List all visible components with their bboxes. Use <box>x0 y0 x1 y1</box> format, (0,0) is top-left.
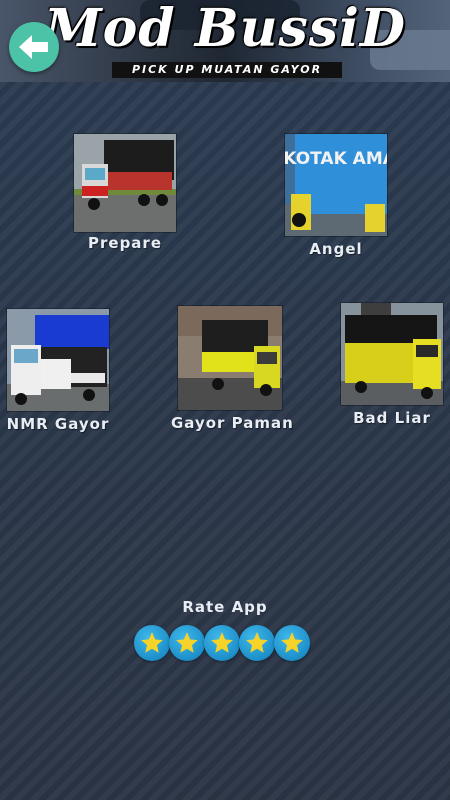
star-icon <box>176 632 198 653</box>
mod-thumbnail <box>6 308 110 412</box>
star-icon <box>211 632 233 653</box>
header-banner: Mod BussiD PICK UP MUATAN GAYOR <box>0 0 450 82</box>
mod-thumbnail <box>340 302 444 406</box>
mod-item-nmr-gayor[interactable]: NMR Gayor <box>6 308 110 438</box>
mod-item-angel[interactable]: KOTAK AMAL Angel <box>284 133 388 263</box>
rating-stars <box>134 625 310 663</box>
mod-item-prepare[interactable]: Prepare <box>73 133 177 258</box>
angel-thumb-sign: KOTAK AMAL <box>285 149 387 169</box>
mod-thumbnail: KOTAK AMAL <box>284 133 388 237</box>
back-button[interactable] <box>9 22 59 72</box>
app-subtitle: PICK UP MUATAN GAYOR <box>112 62 342 78</box>
star-button-3[interactable] <box>204 625 240 661</box>
back-arrow-icon <box>19 35 48 59</box>
mod-item-label: Prepare <box>88 234 162 252</box>
rate-app-label: Rate App <box>182 598 268 616</box>
mod-item-gayor-paman[interactable]: Gayor Paman <box>171 305 293 435</box>
star-button-2[interactable] <box>169 625 205 661</box>
mod-thumbnail <box>73 133 177 233</box>
star-icon <box>246 632 268 653</box>
star-icon <box>141 632 163 653</box>
mod-item-label: Bad Liar <box>353 409 431 427</box>
mod-item-label: Gayor Paman <box>171 414 294 432</box>
mod-item-bad-liar[interactable]: Bad Liar <box>340 302 444 432</box>
star-button-1[interactable] <box>134 625 170 661</box>
mod-thumbnail <box>177 305 283 411</box>
star-button-4[interactable] <box>239 625 275 661</box>
star-button-5[interactable] <box>274 625 310 661</box>
mod-item-label: NMR Gayor <box>6 415 110 433</box>
star-icon <box>281 632 303 653</box>
mod-item-label: Angel <box>309 240 363 258</box>
app-title: Mod BussiD <box>44 0 406 59</box>
